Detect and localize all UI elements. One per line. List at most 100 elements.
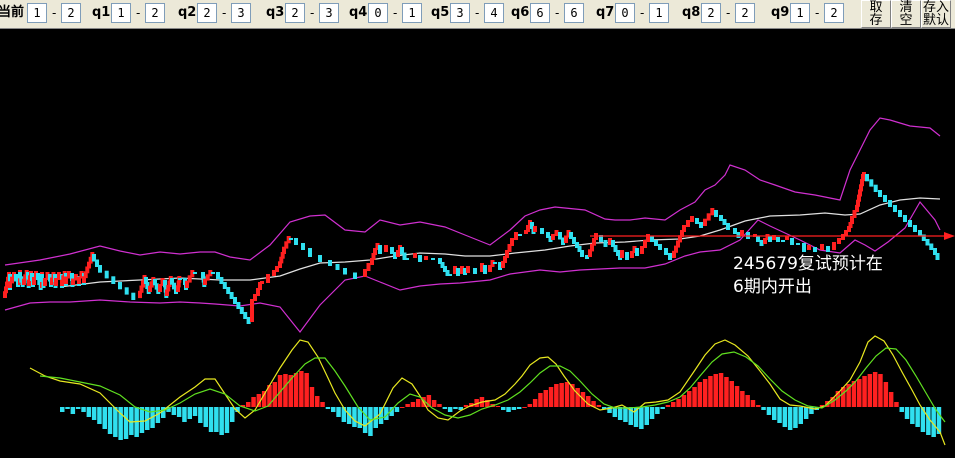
down-step-block [695,218,699,224]
down-step-block [873,184,878,192]
histogram-bar-negative [782,407,788,427]
down-step-block [658,244,662,250]
histogram-bar-positive [729,381,734,407]
q7-start-input[interactable]: 0 [615,3,635,23]
up-step-block [832,242,836,250]
up-step-block [703,218,707,226]
down-step-block [908,220,912,227]
down-step-block [493,262,497,264]
up-step-block [266,274,270,283]
down-step-block [722,219,727,225]
down-step-block [699,222,703,228]
down-step-block [929,243,934,250]
q3-end-input[interactable]: 3 [319,3,339,23]
q8-end-input[interactable]: 2 [735,3,755,23]
histogram-bar-negative [904,407,910,419]
q1-end-input[interactable]: 2 [145,3,165,23]
histogram-bar-positive [756,405,761,407]
histogram-bar-negative [230,407,235,422]
histogram-bar-positive [718,373,724,407]
histogram-bar-positive [724,377,729,407]
save-default-button[interactable]: 存入 默认 [921,0,951,28]
q5-end-input[interactable]: 4 [484,3,504,23]
histogram-bar-negative [766,407,772,415]
histogram-bar-negative [394,407,400,412]
histogram-bar-negative [926,407,931,435]
up-step-block [366,263,371,271]
up-step-block [710,208,715,216]
histogram-bar-negative [798,407,803,424]
down-step-block [405,258,409,260]
histogram-bar-positive [548,387,554,407]
down-step-block [635,248,639,256]
histogram-bar-positive [554,384,559,407]
histogram-bar-positive [867,374,873,407]
current-start-input[interactable]: 1 [27,3,47,23]
histogram-bar-positive [543,390,548,407]
q2-start-input[interactable]: 2 [197,3,217,23]
down-step-block [781,240,785,242]
q5-start-input[interactable]: 3 [450,3,470,23]
q8-start-input[interactable]: 2 [701,3,721,23]
histogram-bar-positive [740,391,745,407]
q6-start-input[interactable]: 6 [530,3,550,23]
q4-start-input[interactable]: 0 [368,3,388,23]
range-separator: - [815,6,820,20]
clear-button[interactable]: 清空 [891,0,921,28]
q1-label: q1 [92,5,111,20]
histogram-bar-positive [676,399,681,407]
histogram-bar-positive [538,393,543,407]
up-step-block [384,245,388,252]
histogram-bar-positive [745,395,750,407]
up-step-block [807,245,811,250]
histogram-bar-negative [915,407,920,427]
down-step-block [802,243,806,252]
save-button[interactable]: 取存 [861,0,891,28]
histogram-bar-positive [410,402,416,407]
histogram-bar-negative [761,407,766,410]
histogram-bar-negative [649,407,655,419]
up-step-block [820,244,824,250]
up-step-block [424,256,428,260]
save-default-button-text-2: 默认 [922,13,949,28]
q2-label: q2 [178,5,197,20]
histogram-bar-positive [671,402,676,407]
down-step-block [243,312,248,319]
q9-end-input[interactable]: 2 [824,3,844,23]
q6-end-input[interactable]: 6 [564,3,584,23]
histogram-bar-positive [750,400,756,407]
histogram-bar-negative [123,407,129,439]
down-step-block [726,223,730,230]
down-step-block [736,232,741,238]
down-step-block [668,253,672,260]
q1-start-input[interactable]: 1 [111,3,131,23]
down-step-block [178,278,182,280]
histogram-bar-negative [107,407,113,434]
current-end-input[interactable]: 2 [61,3,81,23]
histogram-bar-negative [447,407,453,412]
q4-end-input[interactable]: 1 [402,3,422,23]
down-step-block [878,190,882,197]
down-step-block [418,255,422,262]
down-step-block [719,215,723,221]
histogram-bar-negative [362,407,368,433]
up-step-block [510,238,514,246]
q7-end-input[interactable]: 1 [649,3,669,23]
down-step-block [294,238,298,245]
down-step-block [898,210,902,217]
histogram-bar-positive [527,404,533,407]
down-step-block [768,236,772,242]
down-step-block [456,268,460,276]
histogram-bar-negative [219,407,224,435]
q2-end-input[interactable]: 3 [231,3,251,23]
down-step-block [935,253,940,260]
q9-start-input[interactable]: 1 [790,3,810,23]
histogram-bar-positive [687,391,692,407]
histogram-bar-negative [793,407,798,428]
down-step-block [226,287,231,294]
q3-start-input[interactable]: 2 [285,3,305,23]
histogram-bar-positive [681,395,687,407]
range-separator: - [475,6,480,20]
range-separator: - [222,6,227,20]
down-step-block [353,272,357,279]
